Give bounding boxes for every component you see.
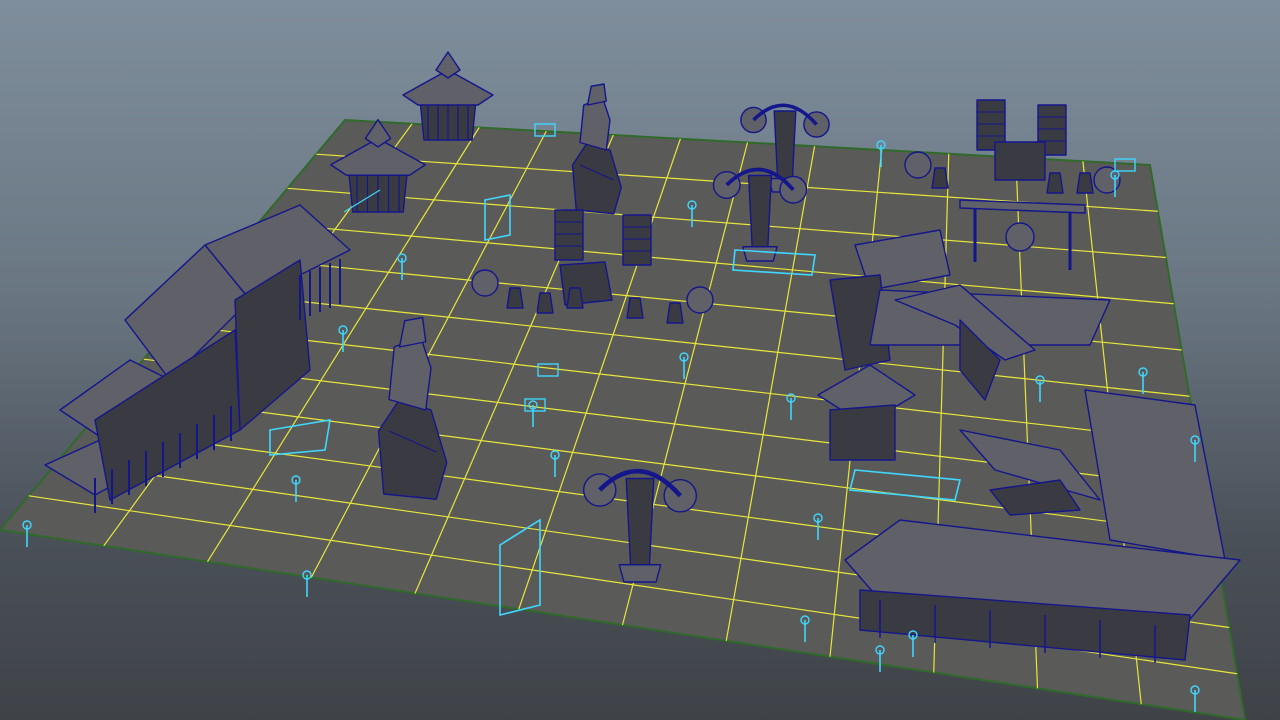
banner-right[interactable]: [622, 214, 652, 266]
drum-cart-body-back: [994, 141, 1046, 181]
drum-stand: [1046, 172, 1064, 194]
gate-ornament: [1005, 222, 1035, 252]
drum-stand: [506, 287, 524, 309]
banner-left[interactable]: [554, 209, 584, 261]
drum: [904, 151, 932, 179]
banner-panel: [622, 214, 652, 266]
statue-torso: [388, 335, 432, 411]
drum: [471, 269, 499, 297]
drum-stand: [666, 302, 684, 324]
drum-stand: [626, 297, 644, 319]
drum-stand: [536, 292, 554, 314]
wheel-mast: [773, 110, 797, 184]
statue-head: [586, 83, 607, 106]
viewport-3d[interactable]: perspective: [0, 0, 1280, 720]
statue-torso: [579, 96, 611, 151]
wheel-foot: [742, 246, 778, 262]
corner-pavilion-wall: [829, 404, 896, 461]
drum: [686, 286, 714, 314]
drum-stand: [931, 167, 949, 189]
wheel-mast: [747, 174, 773, 253]
drum-stand: [566, 287, 584, 309]
wheel-foot: [618, 564, 662, 583]
scene-canvas[interactable]: [0, 0, 1280, 720]
banner-panel: [554, 209, 584, 261]
drum-stand: [1076, 172, 1094, 194]
wheel-mast: [625, 477, 655, 572]
